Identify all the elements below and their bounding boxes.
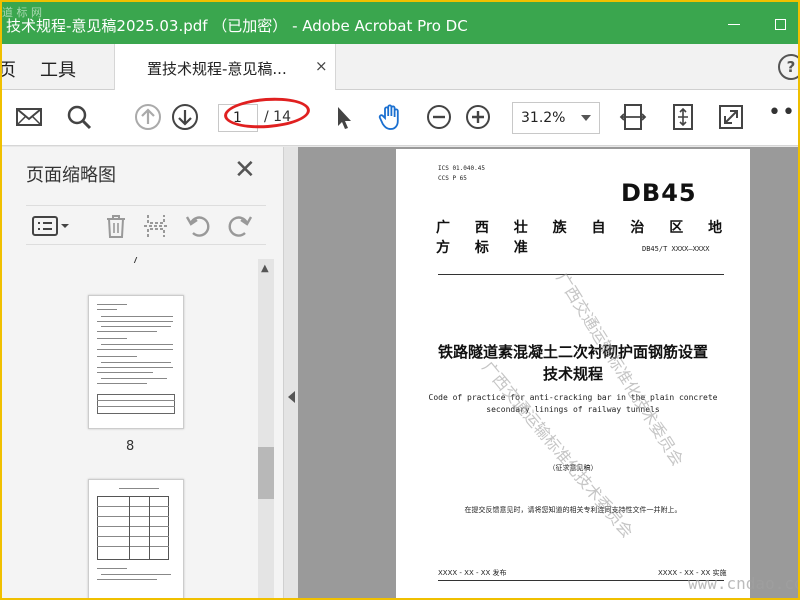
acrobat-window: 道 标 网 技术规程-意见稿2025.03.pdf （已加密） - Adobe … [2,2,798,598]
panel-close-icon[interactable]: ✕ [234,157,256,183]
maximize-icon [774,18,786,30]
tab-document[interactable]: 置技术规程-意见稿... × [114,44,336,91]
document-view[interactable]: ICS 01.040.45 CCS P 65 DB45 广 西 壮 族 自 治 … [298,147,798,598]
patent-notice: 在提交反馈意见时，请将您知道的相关专利连同支持性文件一并附上。 [464,506,682,514]
title-en-line2: secondary linings of railway tunnels [486,405,660,414]
issue-date: XXXX - XX - XX 发布 [438,569,507,577]
title-en-line1: Code of practice for anti-cracking bar i… [428,393,718,402]
next-page-icon[interactable] [170,102,200,132]
header-rule [438,274,724,275]
select-cursor-icon[interactable] [328,102,358,132]
full-screen-icon[interactable] [716,102,746,132]
page-thumbnails-panel: 页面缩略图 ✕ 7 8 ▲ [2,147,284,598]
more-options-icon[interactable]: ••• [768,100,798,125]
thumbnail-page-9[interactable] [88,479,184,598]
title-cn-line1: 铁路隧道素混凝土二次衬砌护面钢筋设置 [437,343,708,361]
maximize-button[interactable] [760,10,798,38]
rotate-left-icon[interactable] [184,212,212,240]
chevron-down-icon [581,115,591,121]
site-watermark: www.cndao.com [688,574,798,593]
thumbnail-page-number: 8 [126,439,135,454]
toolbar: 1 / 14 31.2% ••• [2,90,798,146]
minimize-icon [728,23,740,25]
tab-tools[interactable]: 工具 [40,56,76,82]
email-icon[interactable] [14,102,44,132]
pdf-page: ICS 01.040.45 CCS P 65 DB45 广 西 壮 族 自 治 … [396,149,750,598]
red-annotation-ellipse [223,95,311,131]
zoom-in-icon[interactable] [463,102,493,132]
thumbnail-label-partial: 7 [132,257,139,266]
standard-number: DB45/T XXXX—XXXX [642,245,710,253]
previous-page-icon[interactable] [133,102,163,132]
hand-tool-icon[interactable] [375,102,405,132]
close-tab-icon[interactable]: × [315,57,328,75]
minimize-button[interactable] [714,10,754,38]
zoom-level-select[interactable]: 31.2% [512,102,600,134]
options-menu-icon[interactable] [30,212,70,240]
thumbnail-table [97,394,175,414]
scroll-up-icon[interactable]: ▲ [261,263,269,274]
ics-code: ICS 01.040.45 [438,165,485,172]
title-bar: 道 标 网 技术规程-意见稿2025.03.pdf （已加密） - Adobe … [2,2,798,44]
fit-page-icon[interactable] [668,102,698,132]
zoom-out-icon[interactable] [424,102,454,132]
extract-page-icon[interactable] [142,212,170,240]
footer-rule [438,580,724,581]
document-tab-label: 置技术规程-意见稿... [147,60,287,78]
standard-code: DB45 [621,179,697,207]
rotate-right-icon[interactable] [226,212,254,240]
panel-toolbar [26,205,266,245]
panel-title: 页面缩略图 [26,165,116,186]
ccs-code: CCS P 65 [438,175,467,182]
search-icon[interactable] [64,102,94,132]
fit-width-icon[interactable] [618,102,648,132]
zoom-level-value: 31.2% [521,110,566,126]
tab-bar: 页 工具 置技术规程-意见稿... × ? [2,44,798,91]
title-cn-line2: 技术规程 [542,365,603,383]
thumbnail-page-8[interactable] [88,295,184,429]
scrollbar-thumb[interactable] [258,447,274,499]
tab-home[interactable]: 页 [2,56,16,82]
panel-collapse-handle[interactable] [284,147,298,598]
window-title: 技术规程-意见稿2025.03.pdf （已加密） - Adobe Acroba… [6,17,468,35]
delete-page-icon[interactable] [102,212,130,240]
help-icon[interactable]: ? [778,54,798,80]
thumbnail-list: 7 8 [26,257,256,598]
thumbnail-scrollbar[interactable]: ▲ [258,259,274,598]
collapse-arrow-icon [288,391,295,403]
